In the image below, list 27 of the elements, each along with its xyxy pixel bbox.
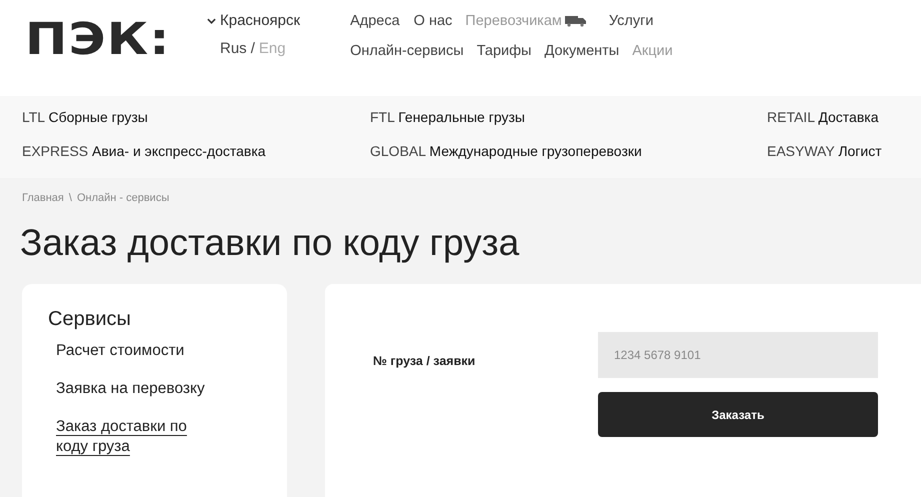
category-link[interactable]: RETAIL Доставка — [767, 109, 921, 128]
nav-link[interactable]: Тарифы — [476, 43, 532, 59]
order-button[interactable]: Заказать — [598, 392, 878, 437]
category-link[interactable]: EXPRESS Авиа- и экспресс-доставка — [22, 142, 370, 162]
nav-link[interactable]: О нас — [414, 13, 452, 29]
logo[interactable]: ПЭК: — [25, 18, 220, 62]
sidebar-item[interactable]: Заявка на перевозку — [56, 379, 236, 399]
separator: / — [250, 40, 255, 57]
sidebar-item[interactable]: Расчет стоимости — [56, 341, 236, 361]
page-title: Заказ доставки по коду груза — [20, 222, 520, 264]
cargo-number-field[interactable]: 1234 5678 9101 — [598, 332, 878, 378]
separator: \ — [68, 192, 72, 204]
truck-icon — [564, 15, 587, 27]
category-link[interactable]: GLOBAL Международные грузоперевозки — [370, 142, 767, 162]
category-link[interactable]: LTL Сборные грузы — [22, 109, 370, 128]
category-link[interactable]: FTL Генеральные грузы — [370, 109, 767, 128]
nav-link[interactable]: Адреса — [350, 13, 400, 29]
nav-link[interactable]: Документы — [544, 43, 620, 59]
city-selector[interactable]: Красноярск — [220, 12, 300, 29]
nav-link[interactable]: Онлайн-сервисы — [350, 43, 464, 59]
sidebar-item[interactable]: Заказ доставки по коду груза — [56, 417, 206, 457]
nav-link[interactable]: Услуги — [608, 13, 654, 29]
sidebar-title: Сервисы — [48, 308, 131, 331]
category-link[interactable]: EASYWAY Логист — [767, 142, 921, 162]
language-link[interactable]: Rus — [220, 40, 247, 57]
chevron-down-icon — [207, 18, 216, 24]
field-label: № груза / заявки — [373, 353, 476, 370]
